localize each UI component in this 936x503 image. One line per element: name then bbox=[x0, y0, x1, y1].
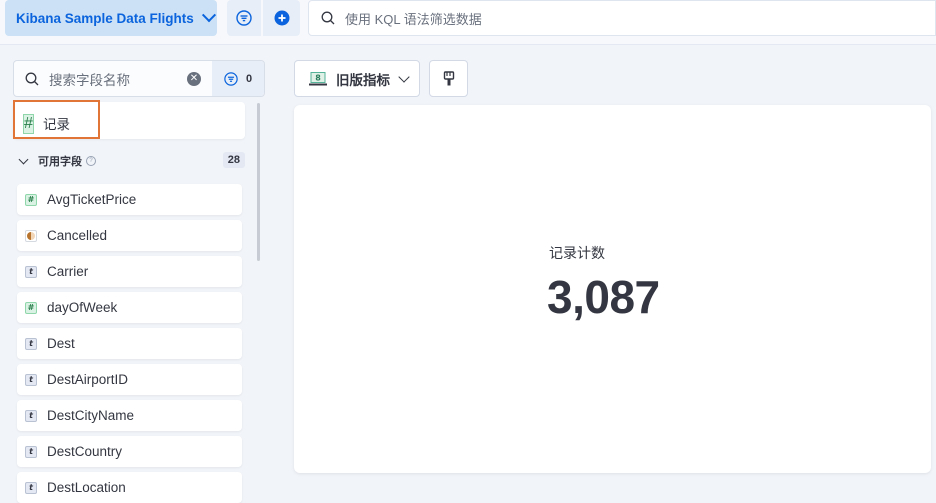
metric-label: 记录计数 bbox=[549, 245, 605, 261]
add-filter-button[interactable] bbox=[263, 0, 300, 36]
field-name: DestAirportID bbox=[47, 372, 129, 387]
filter-icon bbox=[236, 10, 252, 26]
data-view-picker[interactable]: Kibana Sample Data Flights bbox=[5, 0, 217, 36]
filter-count: 0 bbox=[245, 72, 253, 85]
legacy-metric-label: 旧版指标 bbox=[336, 72, 390, 88]
field-name: Cancelled bbox=[47, 228, 108, 243]
paintbrush-icon bbox=[443, 70, 454, 85]
field-item[interactable]: t Carrier bbox=[17, 256, 242, 287]
field-name: Carrier bbox=[47, 264, 89, 279]
search-icon bbox=[25, 72, 39, 85]
filter-menu-button[interactable] bbox=[227, 0, 261, 36]
field-search-input[interactable]: 搜索字段名称 ✕ 0 bbox=[13, 60, 265, 97]
available-fields-count: 28 bbox=[222, 152, 245, 168]
svg-text:8: 8 bbox=[315, 73, 321, 82]
string-token-icon: t bbox=[25, 445, 37, 458]
search-icon bbox=[321, 11, 335, 25]
string-token-icon: t bbox=[25, 409, 37, 422]
filter-icon bbox=[224, 71, 238, 86]
string-token-icon: t bbox=[25, 373, 37, 386]
help-icon[interactable]: ? bbox=[86, 156, 96, 166]
plus-circle-icon bbox=[274, 10, 289, 26]
chevron-down-icon bbox=[398, 70, 410, 83]
string-token-icon: t bbox=[25, 337, 37, 350]
query-input[interactable]: 使用 KQL 语法筛选数据 bbox=[308, 0, 936, 36]
field-search-placeholder: 搜索字段名称 bbox=[49, 72, 130, 88]
number-token-icon: # bbox=[25, 193, 37, 206]
field-name: dayOfWeek bbox=[47, 300, 118, 315]
style-settings-button[interactable] bbox=[429, 60, 468, 97]
field-item[interactable]: # AvgTicketPrice bbox=[17, 184, 242, 215]
chevron-down-icon bbox=[201, 8, 216, 23]
sidebar-scrollbar[interactable] bbox=[257, 103, 260, 261]
metric-panel: 记录计数 3,087 bbox=[294, 105, 931, 473]
field-item[interactable]: t DestAirportID bbox=[17, 364, 242, 395]
field-name: AvgTicketPrice bbox=[47, 192, 137, 207]
metric-value: 3,087 bbox=[547, 271, 660, 323]
query-placeholder: 使用 KQL 语法筛选数据 bbox=[345, 11, 482, 27]
chevron-down-icon bbox=[18, 154, 29, 164]
boolean-token-icon bbox=[25, 229, 37, 242]
field-item[interactable]: t Dest bbox=[17, 328, 242, 359]
clear-icon[interactable]: ✕ bbox=[187, 71, 201, 86]
field-name: Dest bbox=[47, 336, 75, 351]
available-fields-label: 可用字段 bbox=[38, 156, 82, 168]
field-item[interactable]: t DestCountry bbox=[17, 436, 242, 467]
number-token-icon: # bbox=[25, 301, 37, 314]
field-type-filter-button[interactable]: 0 bbox=[212, 61, 264, 96]
field-item[interactable]: t DestCityName bbox=[17, 400, 242, 431]
available-fields-header[interactable]: 可用字段 ? 28 bbox=[17, 152, 245, 170]
field-name: DestCityName bbox=[47, 408, 135, 423]
data-view-name: Kibana Sample Data Flights bbox=[16, 10, 194, 26]
query-bar: Kibana Sample Data Flights 使用 KQL 语法筛选数据 bbox=[0, 0, 936, 45]
highlight-box bbox=[13, 100, 100, 139]
legacy-metric-icon: 8 bbox=[309, 71, 327, 85]
field-name: DestCountry bbox=[47, 444, 123, 459]
field-item[interactable]: # dayOfWeek bbox=[17, 292, 242, 323]
field-item[interactable]: Cancelled bbox=[17, 220, 242, 251]
visualization-type-picker[interactable]: 8 旧版指标 bbox=[294, 60, 420, 97]
string-token-icon: t bbox=[25, 265, 37, 278]
